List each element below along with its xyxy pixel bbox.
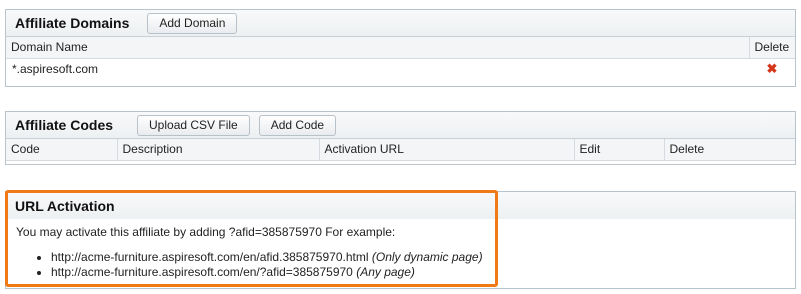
table-row: *.aspiresoft.com ✖	[6, 58, 795, 80]
delete-cell: ✖	[749, 58, 795, 80]
url-activation-header: URL Activation	[6, 192, 795, 219]
url-activation-panel: URL Activation You may activate this aff…	[5, 191, 796, 289]
activation-examples-list: http://acme-furniture.aspiresoft.com/en/…	[16, 250, 785, 280]
column-header-activation-url: Activation URL	[319, 139, 575, 161]
column-header-delete: Delete	[749, 37, 795, 59]
example-url: http://acme-furniture.aspiresoft.com/en/…	[51, 265, 353, 279]
codes-table-header: Code Description Activation URL Edit Del…	[6, 139, 795, 161]
column-header-description: Description	[117, 139, 320, 161]
example-note: (Any page)	[356, 265, 415, 279]
add-code-button[interactable]: Add Code	[258, 114, 337, 136]
affiliate-codes-header: Affiliate Codes Upload CSV File Add Code	[6, 112, 795, 139]
add-domain-button[interactable]: Add Domain	[147, 12, 238, 34]
list-item: http://acme-furniture.aspiresoft.com/en/…	[51, 250, 785, 265]
activation-intro-text: You may activate this affiliate by addin…	[16, 225, 396, 239]
codes-table: Code Description Activation URL Edit Del…	[6, 139, 795, 161]
affiliate-domains-header: Affiliate Domains Add Domain	[6, 10, 795, 37]
affiliate-domains-title: Affiliate Domains	[15, 15, 130, 31]
upload-csv-button[interactable]: Upload CSV File	[137, 114, 250, 136]
example-note: (Only dynamic page)	[371, 250, 483, 264]
column-header-code: Code	[6, 139, 118, 161]
example-url: http://acme-furniture.aspiresoft.com/en/…	[51, 250, 369, 264]
domains-table-header: Domain Name Delete	[6, 37, 795, 59]
column-header-edit: Edit	[574, 139, 665, 161]
domains-table: Domain Name Delete *.aspiresoft.com ✖	[6, 37, 795, 80]
column-header-delete: Delete	[664, 139, 795, 161]
url-activation-title: URL Activation	[15, 197, 115, 214]
affiliate-codes-panel: Affiliate Codes Upload CSV File Add Code…	[5, 111, 796, 165]
affiliate-domains-panel: Affiliate Domains Add Domain Domain Name…	[5, 9, 796, 87]
list-item: http://acme-furniture.aspiresoft.com/en/…	[51, 265, 785, 280]
delete-icon[interactable]: ✖	[767, 61, 778, 77]
domain-name-cell: *.aspiresoft.com	[12, 62, 99, 77]
column-header-domain-name: Domain Name	[6, 37, 750, 59]
url-activation-body: You may activate this affiliate by addin…	[6, 219, 795, 286]
affiliate-codes-title: Affiliate Codes	[15, 117, 114, 133]
